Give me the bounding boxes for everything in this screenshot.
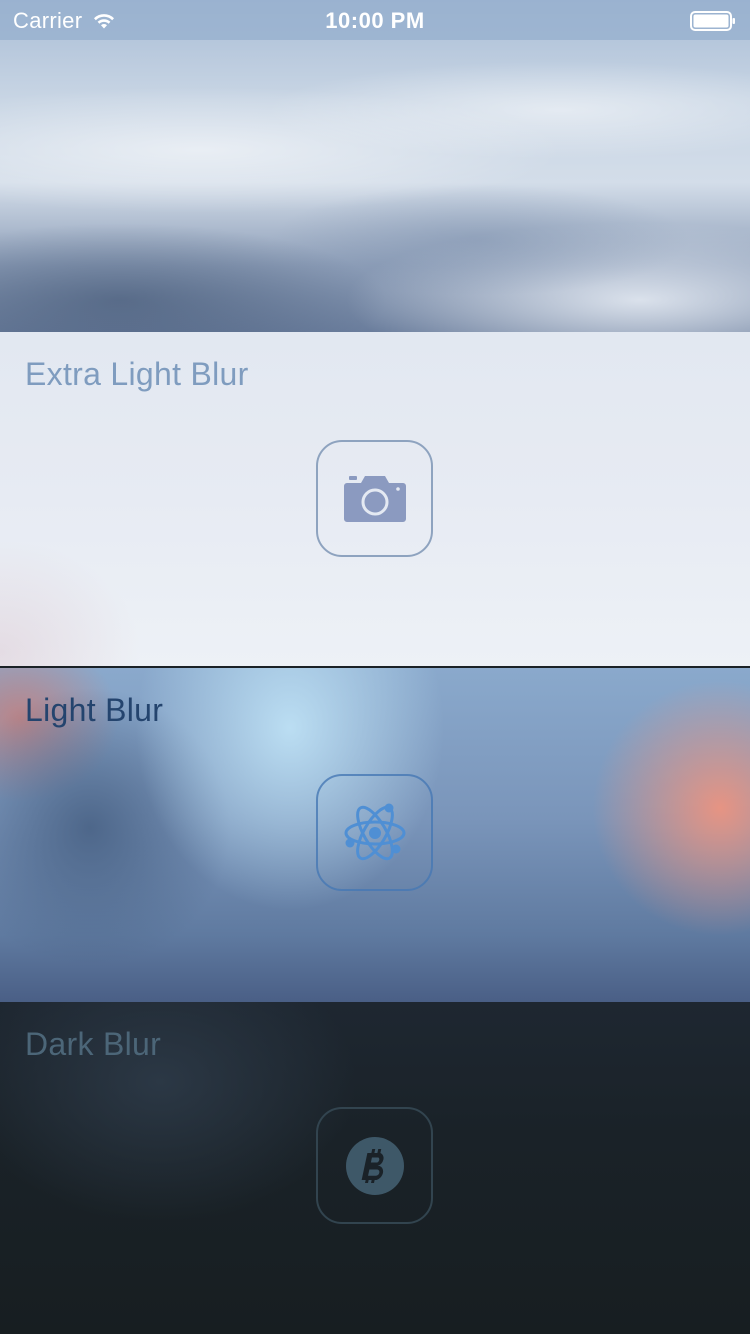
- dark-blur-panel: Dark Blur: [0, 1002, 750, 1334]
- status-time: 10:00 PM: [325, 8, 425, 33]
- camera-button[interactable]: [316, 440, 433, 557]
- screen: Carrier 10:00 PM Extra Light Blur Light …: [0, 0, 750, 1334]
- atom-button[interactable]: [316, 774, 433, 891]
- status-bar: Carrier 10:00 PM: [0, 0, 750, 40]
- panel-title-dark: Dark Blur: [25, 1026, 162, 1062]
- atom-icon: [344, 800, 406, 866]
- battery-full-icon: [690, 11, 736, 31]
- camera-icon: [343, 475, 407, 523]
- extra-light-blur-panel: Extra Light Blur: [0, 332, 750, 666]
- light-blur-panel: Light Blur: [0, 668, 750, 1002]
- bitcoin-button[interactable]: [316, 1107, 433, 1224]
- header-sky-image: [0, 0, 750, 332]
- panel-title-extra-light: Extra Light Blur: [25, 356, 249, 392]
- panel-title-light: Light Blur: [25, 692, 164, 728]
- bitcoin-icon: [345, 1136, 405, 1196]
